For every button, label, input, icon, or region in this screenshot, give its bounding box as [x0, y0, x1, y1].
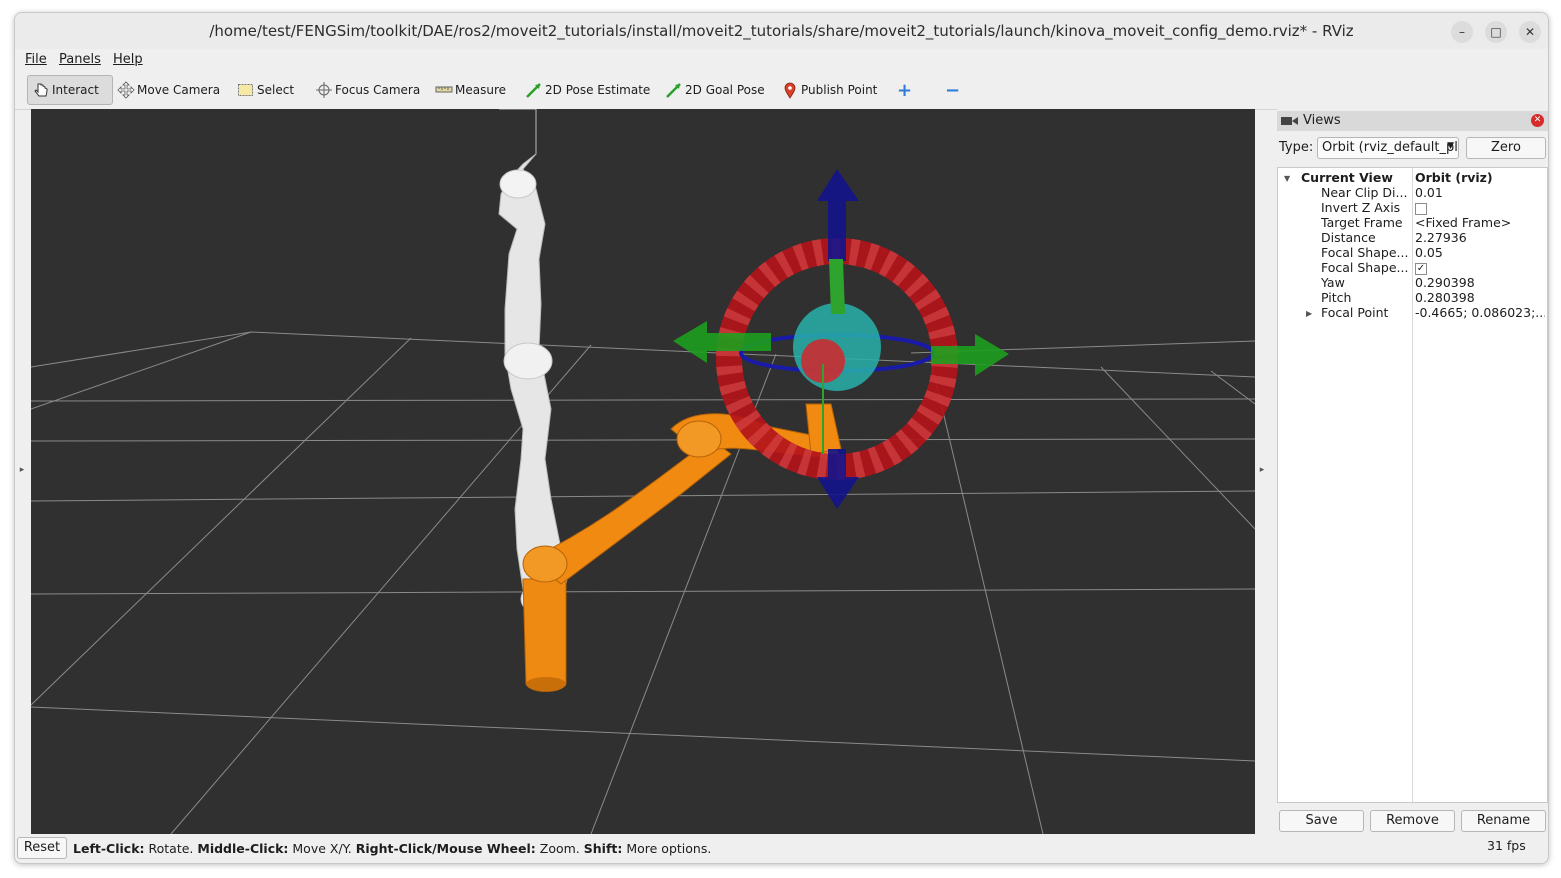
- add-tool-button[interactable]: +: [897, 75, 912, 105]
- scene-render[interactable]: [31, 109, 1255, 834]
- current-view-row[interactable]: ▼ Current View Orbit (rviz): [1278, 170, 1547, 185]
- left-dock-handle[interactable]: ▸: [17, 460, 27, 480]
- tool-focus-camera-label: Focus Camera: [335, 83, 421, 97]
- menu-help[interactable]: Help: [113, 52, 143, 67]
- tool-interact[interactable]: Interact: [27, 75, 113, 105]
- focal-shape-checkbox[interactable]: ✓: [1415, 262, 1427, 275]
- tool-bar: Interact Move Camera Select Focus Camera…: [15, 71, 1548, 110]
- select-box-icon: [237, 81, 255, 99]
- tool-2d-goal-pose-label: 2D Goal Pose: [685, 83, 765, 97]
- property-row[interactable]: Distance 2.27936: [1278, 230, 1547, 245]
- panel-close-icon[interactable]: ✕: [1531, 114, 1544, 127]
- tool-select[interactable]: Select: [237, 75, 294, 105]
- tool-publish-point[interactable]: Publish Point: [781, 75, 877, 105]
- property-row[interactable]: Near Clip Di... 0.01: [1278, 185, 1547, 200]
- rviz-window: /home/test/FENGSim/toolkit/DAE/ros2/move…: [14, 12, 1549, 864]
- tool-interact-label: Interact: [52, 83, 99, 97]
- save-button[interactable]: Save: [1279, 810, 1364, 832]
- tool-select-label: Select: [257, 83, 295, 97]
- move-camera-icon: [117, 81, 135, 99]
- ruler-icon: [435, 81, 453, 99]
- tool-2d-pose-estimate-label: 2D Pose Estimate: [545, 83, 651, 97]
- maximize-button[interactable]: □: [1485, 21, 1507, 43]
- property-row[interactable]: Pitch 0.280398: [1278, 290, 1547, 305]
- menu-bar: File Panels Help: [15, 49, 1548, 71]
- map-pin-icon: [781, 81, 799, 99]
- expand-triangle-icon[interactable]: ▶: [1306, 306, 1312, 321]
- tool-move-camera[interactable]: Move Camera: [117, 75, 220, 105]
- tool-focus-camera[interactable]: Focus Camera: [315, 75, 420, 105]
- fps-counter: 31 fps: [1487, 838, 1526, 853]
- remove-tool-button[interactable]: −: [945, 75, 960, 105]
- view-properties-tree[interactable]: ▼ Current View Orbit (rviz) Near Clip Di…: [1277, 167, 1548, 803]
- view-type-select[interactable]: Orbit (rviz_default_plugins) ▼: [1317, 137, 1459, 159]
- tool-2d-goal-pose[interactable]: 2D Goal Pose: [665, 75, 765, 105]
- type-row: Type: Orbit (rviz_default_plugins) ▼ Zer…: [1277, 137, 1548, 161]
- window-title: /home/test/FENGSim/toolkit/DAE/ros2/move…: [209, 22, 1354, 40]
- minimize-button[interactable]: –: [1451, 21, 1473, 43]
- status-hint: Left-Click: Rotate. Middle-Click: Move X…: [73, 841, 712, 856]
- type-label: Type:: [1279, 140, 1314, 155]
- property-row[interactable]: Focal Shape... ✓: [1278, 260, 1547, 275]
- green-arrow-icon: [525, 81, 543, 99]
- property-row[interactable]: Target Frame <Fixed Frame>: [1278, 215, 1547, 230]
- tool-move-camera-label: Move Camera: [137, 83, 221, 97]
- menu-file[interactable]: File: [25, 52, 47, 67]
- reset-button[interactable]: Reset: [17, 837, 67, 859]
- view-type-value: Orbit (rviz_default_plugins): [1322, 140, 1458, 155]
- menu-panels[interactable]: Panels: [59, 52, 101, 67]
- views-panel-header: Views ✕: [1277, 111, 1548, 131]
- rename-button[interactable]: Rename: [1461, 810, 1546, 832]
- invert-z-checkbox[interactable]: [1415, 202, 1427, 215]
- robot-arm-white: [498, 109, 568, 616]
- hand-pointer-icon: [32, 81, 50, 99]
- remove-button[interactable]: Remove: [1370, 810, 1455, 832]
- title-bar: /home/test/FENGSim/toolkit/DAE/ros2/move…: [15, 13, 1548, 50]
- property-row[interactable]: Invert Z Axis: [1278, 200, 1547, 215]
- focus-crosshair-icon: [315, 81, 333, 99]
- property-row[interactable]: Focal Shape... 0.05: [1278, 245, 1547, 260]
- chevron-down-icon: ▼: [1447, 141, 1454, 151]
- close-button[interactable]: ✕: [1519, 21, 1541, 43]
- green-arrow-icon: [665, 81, 683, 99]
- views-panel: Views ✕ Type: Orbit (rviz_default_plugin…: [1277, 109, 1548, 834]
- 3d-viewport[interactable]: [31, 109, 1255, 834]
- views-panel-title: Views: [1303, 113, 1341, 128]
- tool-measure[interactable]: Measure: [435, 75, 506, 105]
- property-row[interactable]: Yaw 0.290398: [1278, 275, 1547, 290]
- tool-measure-label: Measure: [455, 83, 506, 97]
- status-bar: Reset Left-Click: Rotate. Middle-Click: …: [15, 834, 1548, 863]
- expand-triangle-icon[interactable]: ▼: [1284, 171, 1290, 186]
- video-camera-icon: [1281, 115, 1299, 131]
- tool-2d-pose-estimate[interactable]: 2D Pose Estimate: [525, 75, 650, 105]
- tool-publish-point-label: Publish Point: [801, 83, 878, 97]
- ground-grid: [31, 331, 1255, 834]
- property-row[interactable]: ▶ Focal Point -0.4665; 0.086023;...: [1278, 305, 1547, 320]
- zero-button[interactable]: Zero: [1466, 137, 1546, 159]
- right-dock-handle[interactable]: ▸: [1257, 460, 1267, 480]
